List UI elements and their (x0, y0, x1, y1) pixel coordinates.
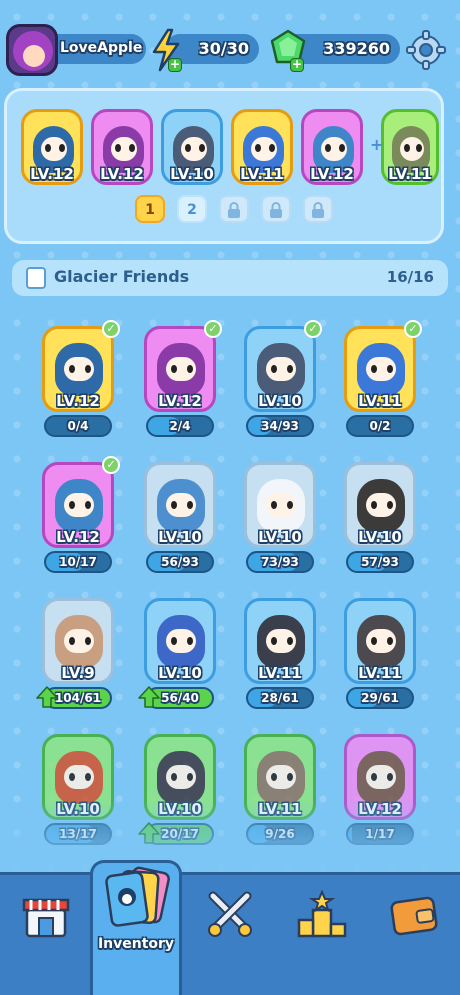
card-progress-text: 2/4 (169, 419, 191, 433)
locked-page-button[interactable] (261, 195, 291, 223)
nav-inventory-label: Inventory (97, 936, 175, 952)
collection-count: 16/16 (386, 268, 434, 286)
podium-icon (295, 888, 349, 946)
team-page-2-button[interactable]: 2 (177, 195, 207, 223)
card-progress-bar: 34/93 (246, 415, 314, 437)
card-progress-bar: 28/61 (246, 687, 314, 709)
team-slot-4[interactable]: LV.11 (231, 109, 293, 185)
character-card[interactable]: LV.9 (42, 598, 114, 684)
lock-icon (270, 202, 282, 218)
character-card[interactable]: LV.10 (144, 462, 216, 548)
card-progress-bar: 0/2 (346, 415, 414, 437)
team-page-1-button[interactable]: 1 (135, 195, 165, 223)
wallet-icon (387, 888, 441, 946)
character-card[interactable]: LV.10 ✓ (244, 320, 322, 412)
team-slot-3[interactable]: LV.10 (161, 109, 223, 185)
team-slot-level: LV.10 (170, 165, 214, 183)
team-slot-level: LV.12 (30, 165, 74, 183)
nav-wallet-tab[interactable] (368, 884, 460, 994)
gem-value: 339260 (323, 39, 390, 58)
character-card[interactable]: LV.11 (344, 598, 416, 684)
character-card[interactable]: LV.10 (144, 598, 216, 684)
card-progress-text: 0/4 (67, 419, 89, 433)
lock-icon (228, 202, 240, 218)
in-team-check-icon: ✓ (102, 320, 120, 338)
card-level: LV.10 (358, 528, 402, 546)
upgrade-arrow-icon (138, 686, 160, 708)
nav-ranking-tab[interactable] (276, 884, 368, 994)
team-slot-5[interactable]: LV.12 (301, 109, 363, 185)
card-progress-text: 10/17 (59, 555, 97, 569)
team-reserve-level: LV.11 (388, 165, 432, 183)
in-team-check-icon: ✓ (404, 320, 422, 338)
player-avatar[interactable] (6, 24, 58, 76)
player-name-pill: LoveApple (50, 34, 146, 64)
settings-gear-icon[interactable] (404, 28, 448, 72)
card-level: LV.10 (258, 528, 302, 546)
character-card[interactable]: LV.10 (344, 462, 416, 548)
card-level: LV.11 (258, 664, 302, 682)
top-bar: LoveApple 30/30 + 339260 + (0, 18, 460, 82)
collection-header: Glacier Friends 16/16 (12, 260, 448, 296)
card-progress-bar: 73/93 (246, 551, 314, 573)
collection-title: Glacier Friends (54, 267, 190, 286)
team-slot-level: LV.11 (240, 165, 284, 183)
energy-value: 30/30 (198, 39, 249, 58)
upgrade-arrow-icon (36, 686, 58, 708)
card-progress-bar: 2/4 (146, 415, 214, 437)
character-card[interactable]: LV.11 (244, 598, 316, 684)
card-progress-bar: 29/61 (346, 687, 414, 709)
nav-battle-tab[interactable] (184, 884, 276, 994)
in-team-check-icon: ✓ (102, 456, 120, 474)
character-card[interactable]: LV.10 (244, 462, 316, 548)
player-name: LoveApple (60, 40, 143, 56)
scroll-fade (0, 800, 460, 870)
locked-page-button[interactable] (303, 195, 333, 223)
cards-icon (99, 864, 173, 938)
card-level: LV.12 (158, 392, 202, 410)
add-energy-button[interactable]: + (168, 58, 182, 72)
card-level: LV.10 (158, 528, 202, 546)
team-reserve-slot[interactable]: LV.11 (381, 109, 443, 185)
lock-icon (312, 202, 324, 218)
card-level: LV.11 (358, 664, 402, 682)
card-level: LV.11 (358, 392, 402, 410)
locked-page-button[interactable] (219, 195, 249, 223)
team-slot-level: LV.12 (100, 165, 144, 183)
crossed-swords-icon (203, 888, 257, 946)
add-gems-button[interactable]: + (290, 58, 304, 72)
character-card[interactable]: LV.12 ✓ (42, 456, 120, 548)
card-level: LV.10 (158, 664, 202, 682)
card-progress-text: 56/93 (161, 555, 199, 569)
card-progress-text: 57/93 (361, 555, 399, 569)
card-progress-text: 28/61 (261, 691, 299, 705)
team-slot-level: LV.12 (310, 165, 354, 183)
character-card[interactable]: LV.12 ✓ (144, 320, 222, 412)
card-progress-text: 34/93 (261, 419, 299, 433)
team-slot-1[interactable]: LV.12 (21, 109, 83, 185)
card-level: LV.12 (56, 392, 100, 410)
team-panel: LV.12 LV.12 LV.10 LV.11 LV.12 LV.11 + 12 (4, 88, 444, 244)
card-progress-bar: 0/4 (44, 415, 112, 437)
character-card[interactable]: LV.11 ✓ (344, 320, 422, 412)
card-progress-bar: 57/93 (346, 551, 414, 573)
card-progress-bar: 56/93 (146, 551, 214, 573)
plus-separator-icon: + (370, 135, 384, 154)
card-level: LV.10 (258, 392, 302, 410)
card-progress-text: 73/93 (261, 555, 299, 569)
character-card[interactable]: LV.12 ✓ (42, 320, 120, 412)
in-team-check-icon: ✓ (304, 320, 322, 338)
team-slot-2[interactable]: LV.12 (91, 109, 153, 185)
card-progress-text: 0/2 (369, 419, 391, 433)
collection-book-icon (26, 267, 46, 289)
card-progress-bar: 10/17 (44, 551, 112, 573)
card-level: LV.9 (61, 664, 95, 682)
shop-icon (19, 888, 73, 946)
card-level: LV.12 (56, 528, 100, 546)
nav-shop-tab[interactable] (0, 884, 92, 994)
nav-inventory-tab[interactable]: Inventory (90, 864, 182, 974)
team-page-selector: 12 (7, 195, 441, 225)
card-progress-text: 29/61 (361, 691, 399, 705)
in-team-check-icon: ✓ (204, 320, 222, 338)
